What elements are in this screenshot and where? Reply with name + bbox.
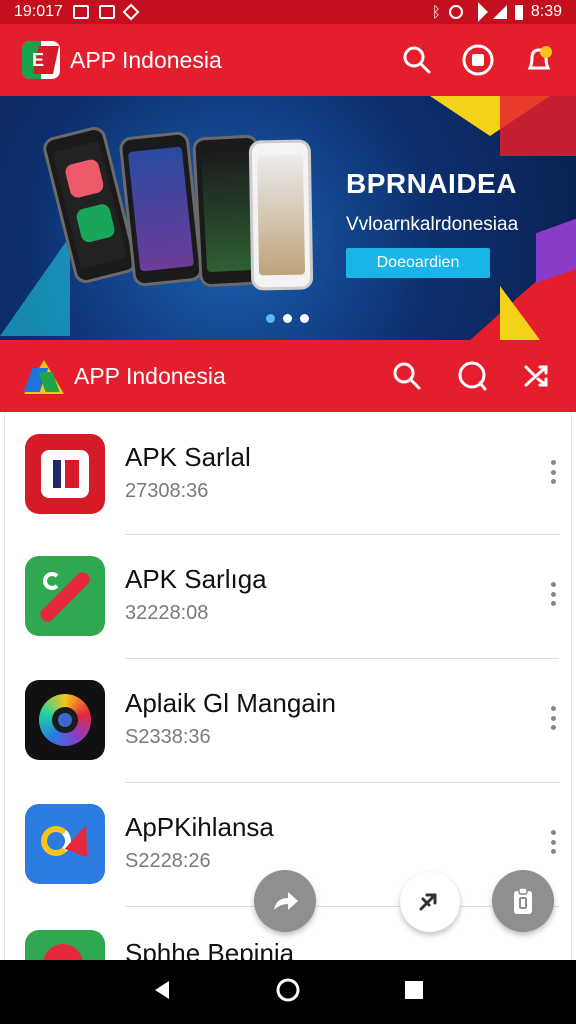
app-meta: 27308:36 — [125, 480, 209, 502]
app-name: ApPKihlansa — [125, 812, 274, 842]
signal-diamond-icon — [122, 3, 140, 21]
status-time: 19:017 — [14, 3, 63, 20]
more-options-icon[interactable] — [547, 582, 559, 606]
list-item[interactable]: APK Sarlal 27308:36 — [5, 412, 571, 536]
wifi-icon — [467, 2, 488, 22]
list-item[interactable]: Aplaik Gl Mangain S2338:36 — [5, 658, 571, 782]
carousel-dot[interactable] — [283, 314, 292, 323]
message-icon — [98, 5, 115, 19]
banner-heading: BPRNAIDEA — [346, 168, 517, 199]
clipboard-button[interactable] — [492, 870, 554, 932]
notification-icon — [72, 5, 89, 19]
carousel-dot[interactable] — [266, 314, 275, 323]
carousel-dots — [266, 314, 309, 323]
app-meta: 32228:08 — [125, 602, 209, 624]
app-meta: S2228:26 — [125, 850, 211, 872]
phone-image — [248, 139, 314, 291]
notification-bell-icon[interactable] — [524, 44, 554, 76]
shuffle-icon[interactable] — [522, 361, 552, 391]
more-options-icon[interactable] — [547, 460, 559, 484]
system-nav-bar — [0, 960, 576, 1024]
phone-image — [118, 130, 204, 288]
more-options-icon[interactable] — [547, 706, 559, 730]
stop-icon[interactable] — [462, 44, 494, 76]
more-options-icon[interactable] — [547, 830, 559, 854]
back-icon[interactable] — [151, 979, 173, 1006]
app-logo[interactable] — [23, 356, 64, 396]
chat-icon[interactable] — [456, 360, 488, 392]
top-app-bar: E APP Indonesia — [0, 24, 576, 96]
decor-shard — [500, 96, 576, 156]
search-icon[interactable] — [392, 361, 422, 391]
carousel-dot[interactable] — [300, 314, 309, 323]
app-name: APK Sarlal — [125, 442, 251, 472]
bluetooth-icon: ᛒ — [431, 3, 441, 21]
secondary-title: APP Indonesia — [74, 362, 226, 389]
app-icon — [25, 804, 105, 884]
decor-shard — [500, 286, 540, 340]
app-name: Sphhe Bepinia — [125, 938, 295, 960]
banner-download-button[interactable]: Doeoardien — [346, 248, 490, 278]
app-title: APP Indonesia — [70, 46, 222, 73]
decor-shard — [0, 236, 70, 336]
app-icon — [25, 434, 105, 514]
status-bar: 19:017 ᛒ 8:39 — [0, 0, 576, 24]
secondary-app-bar: APP Indonesia — [0, 340, 576, 412]
list-item[interactable]: APK Sarlıga 32228:08 — [5, 534, 571, 658]
banner-button-label: Doeoardien — [376, 254, 460, 271]
battery-icon — [514, 4, 523, 20]
home-icon[interactable] — [275, 977, 301, 1008]
tools-button[interactable] — [400, 872, 460, 932]
app-icon — [25, 930, 105, 960]
recents-icon[interactable] — [403, 979, 425, 1006]
search-icon[interactable] — [402, 45, 432, 75]
alarm-icon — [448, 5, 463, 19]
app-icon — [25, 556, 105, 636]
banner-subtitle: Vvloarnkalrdonesiaa — [346, 214, 519, 235]
cellular-icon — [492, 5, 507, 19]
app-meta: S2338:36 — [125, 726, 211, 748]
app-logo[interactable]: E — [22, 41, 60, 79]
status-clock: 8:39 — [530, 3, 562, 20]
app-icon — [25, 680, 105, 760]
promo-banner[interactable]: BPRNAIDEA Vvloarnkalrdonesiaa Doeoardien — [0, 96, 576, 340]
app-name: APK Sarlıga — [125, 564, 267, 594]
app-name: Aplaik Gl Mangain — [125, 688, 336, 718]
share-button[interactable] — [254, 870, 316, 932]
